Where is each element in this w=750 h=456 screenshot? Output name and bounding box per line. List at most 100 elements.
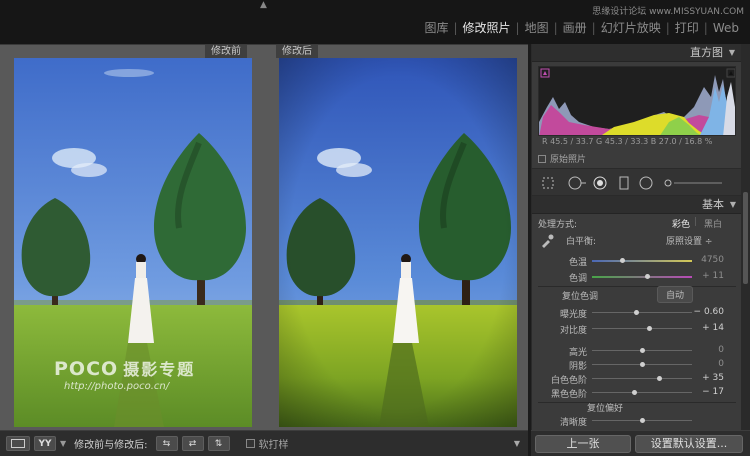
temp-label: 色温 [568,258,587,268]
tool-strip [532,168,741,196]
presence-row: 复位偏好 [532,398,741,414]
original-photo-checkbox[interactable] [538,154,546,163]
histogram [538,66,736,136]
toolbar-menu-icon[interactable]: ▼ [514,439,520,448]
before-label: 修改前 [205,45,247,58]
contrast-knob[interactable] [647,326,652,331]
collapse-basic-icon[interactable]: ▼ [730,196,736,214]
original-photo-toggle[interactable]: 原始照片 [538,152,586,165]
crop-tool-icon[interactable] [540,175,556,191]
contrast-row: 对比度 + 14 [532,320,741,336]
blacks-value[interactable]: − 17 [702,387,724,397]
adjustment-brush-icon[interactable] [662,175,724,191]
clarity-slider[interactable] [592,418,692,423]
blacks-row: 黑色色阶 − 17 [532,384,741,400]
radial-filter-icon[interactable] [638,175,654,191]
tint-value[interactable]: + 11 [702,271,724,281]
clarity-label: 清晰度 [559,418,587,428]
shadows-knob[interactable] [640,362,645,367]
shadows-slider[interactable] [592,362,692,367]
collapse-top-panel-icon[interactable]: ▲ [260,0,267,10]
loupe-icon [11,439,25,448]
histogram-readout: R 45.5 / 33.7 G 45.3 / 33.3 B 27.0 / 16.… [542,137,713,146]
spot-removal-icon[interactable] [566,175,586,191]
red-eye-icon[interactable] [592,175,608,191]
exposure-slider[interactable] [592,310,692,315]
module-web[interactable]: Web [708,21,744,35]
poco-watermark: POCO 摄影专题 [54,356,195,380]
set-default-button[interactable]: 设置默认设置... [635,435,743,453]
right-panel: 直方图 ▼ R 45.5 / 33.7 G 45.3 / 33.3 B 27.0… [531,44,741,430]
exposure-knob[interactable] [634,310,639,315]
collapse-histogram-icon[interactable]: ▼ [729,44,735,62]
scrollbar-thumb[interactable] [743,192,748,284]
reset-tone-label[interactable]: 复位色调 [562,289,598,302]
whites-slider[interactable] [592,376,692,381]
highlights-knob[interactable] [640,348,645,353]
view-mode-dropdown-icon[interactable]: ▼ [60,439,66,448]
shadows-value[interactable]: 0 [718,359,724,369]
wb-dropdown[interactable]: 原照设置 ÷ [666,234,712,247]
temp-value[interactable]: 4750 [701,255,724,265]
exposure-value[interactable]: − 0.60 [694,307,724,317]
exposure-row: 曝光度 − 0.60 [532,304,741,320]
bottom-toolbar: YY ▼ 修改前与修改后: ⇆ ⇄ ⇅ 软打样 ▼ [0,430,528,456]
module-map[interactable]: 地图 [520,19,554,36]
blacks-slider[interactable] [592,390,692,395]
treatment-label: 处理方式: [538,220,578,230]
watermark-text: 思缘设计论坛 www.MISSYUAN.COM [592,7,744,17]
whites-value[interactable]: + 35 [702,373,724,383]
poco-cn-text: 摄影专题 [123,360,196,379]
blacks-knob[interactable] [632,390,637,395]
compare-view-button[interactable]: YY [34,436,56,451]
clarity-row: 清晰度 [532,412,741,428]
module-print[interactable]: 打印 [670,19,704,36]
highlights-row: 高光 0 [532,342,741,358]
graduated-filter-icon[interactable] [616,175,632,191]
module-bar: ▲ 思缘设计论坛 www.MISSYUAN.COM 图库 | 修改照片 | 地图… [0,0,750,44]
whites-row: 白色色阶 + 35 [532,370,741,386]
temp-knob[interactable] [620,258,625,263]
treatment-color-option[interactable]: 彩色 [672,217,690,230]
after-photo[interactable] [279,58,517,427]
soft-proof-label: 软打样 [258,440,289,451]
white-balance-row: 白平衡: 原照设置 ÷ [532,230,741,252]
contrast-value[interactable]: + 14 [702,323,724,333]
copy-before-to-after-button[interactable]: ⇆ [155,436,178,451]
copy-after-to-before-button[interactable]: ⇄ [181,436,204,451]
eyedropper-icon[interactable] [540,234,554,248]
exposure-label: 曝光度 [559,310,587,320]
loupe-view-button[interactable] [6,436,30,451]
temp-slider[interactable] [592,258,692,263]
contrast-slider[interactable] [592,326,692,331]
basic-header[interactable]: 基本 ▼ [532,196,741,214]
soft-proof-checkbox[interactable] [245,439,255,448]
treatment-bw-option[interactable]: 黑白 [704,217,722,230]
swap-settings-button[interactable]: ⇅ [207,436,230,451]
clarity-knob[interactable] [640,418,645,423]
module-library[interactable]: 图库 [419,19,453,36]
module-picker: 图库 | 修改照片 | 地图 | 画册 | 幻灯片放映 | 打印 | Web [419,19,744,36]
compare-label: 修改前与修改后: [74,440,148,451]
right-panel-scrollbar[interactable] [741,44,750,430]
treatment-separator: | [694,217,698,227]
highlights-slider[interactable] [592,348,692,353]
auto-tone-button[interactable]: 自动 [657,286,694,303]
module-slideshow[interactable]: 幻灯片放映 [596,19,666,36]
highlights-value[interactable]: 0 [718,345,724,355]
whites-knob[interactable] [657,376,662,381]
shadows-row: 阴影 0 [532,356,741,372]
module-develop[interactable]: 修改照片 [458,19,516,36]
poco-url: http://photo.poco.cn/ [64,381,170,392]
previous-button[interactable]: 上一张 [535,435,631,453]
tint-slider[interactable] [592,274,692,279]
tint-label: 色调 [568,274,587,284]
module-book[interactable]: 画册 [558,19,592,36]
tint-knob[interactable] [645,274,650,279]
before-photo[interactable]: POCO 摄影专题 http://photo.poco.cn/ [14,58,252,427]
basic-title: 基本 [702,198,724,211]
contrast-label: 对比度 [559,326,587,336]
tint-row: 色调 + 11 [532,268,741,284]
histogram-header[interactable]: 直方图 ▼ [532,44,741,62]
compare-view: 修改前 修改后 POCO 摄影专题 http://photo.poco.cn/ [0,44,528,430]
